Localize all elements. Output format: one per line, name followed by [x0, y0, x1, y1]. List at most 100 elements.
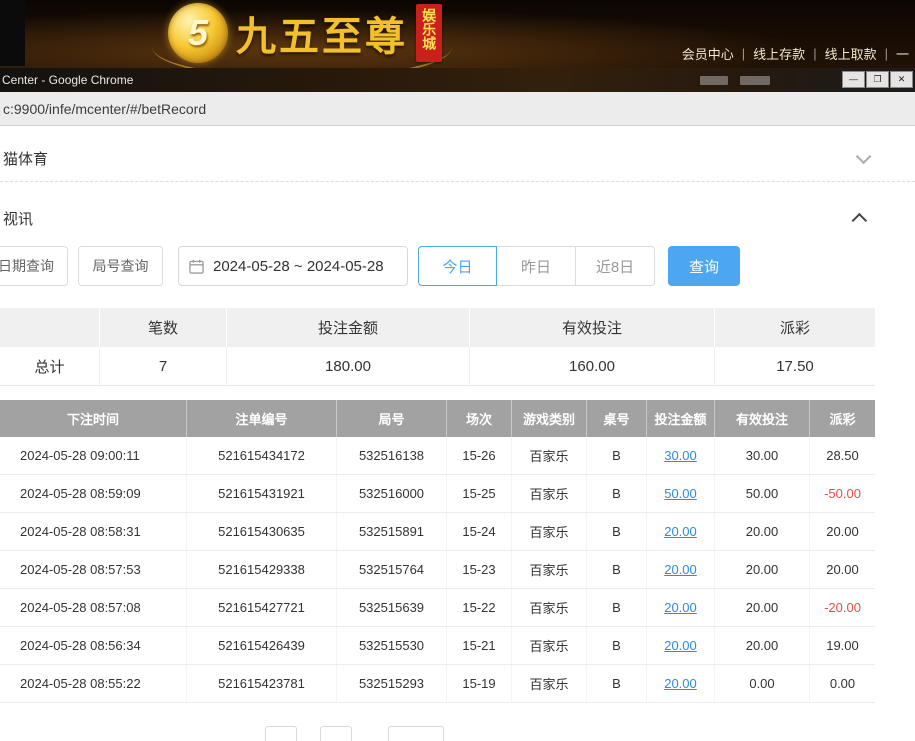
date-range-value: 2024-05-28 ~ 2024-05-28 — [213, 258, 384, 275]
section-sports[interactable]: 猫体育 — [0, 135, 915, 182]
cell-round-no: 532516138 — [337, 437, 447, 474]
cell-table-no: B — [587, 627, 647, 664]
cell-bet-time: 2024-05-28 08:57:53 — [0, 551, 187, 588]
col-header-valid-bet: 有效投注 — [715, 400, 810, 437]
cell-bet-time: 2024-05-28 08:59:09 — [0, 475, 187, 512]
pagination-prev-button[interactable] — [265, 726, 297, 741]
cell-payout: 0.00 — [810, 665, 875, 702]
summary-payout-value: 17.50 — [715, 347, 875, 385]
cell-bet-amount: 50.00 — [647, 475, 715, 512]
section-video-label: 视讯 — [3, 208, 33, 229]
bet-amount-link[interactable]: 30.00 — [664, 448, 697, 463]
cell-session: 15-25 — [447, 475, 512, 512]
nav-online-deposit[interactable]: 线上存款 — [753, 44, 805, 63]
cell-table-no: B — [587, 513, 647, 550]
cell-valid-bet: 20.00 — [715, 551, 810, 588]
maximize-icon: ❐ — [873, 75, 881, 84]
cell-round-no: 532515891 — [337, 513, 447, 550]
cell-round-no: 532515639 — [337, 589, 447, 626]
date-query-button[interactable]: 日期查询 — [0, 246, 68, 286]
cell-valid-bet: 0.00 — [715, 665, 810, 702]
pagination-size-select[interactable] — [388, 726, 444, 741]
bet-amount-link[interactable]: 20.00 — [664, 524, 697, 539]
search-button[interactable]: 查询 — [668, 246, 740, 286]
brand-badge: 娱乐城 — [416, 4, 442, 62]
url-text: c:9900/infe/mcenter/#/betRecord — [3, 101, 206, 117]
cell-bet-time: 2024-05-28 08:55:22 — [0, 665, 187, 702]
cell-round-no: 532515764 — [337, 551, 447, 588]
close-button[interactable]: ✕ — [890, 71, 913, 88]
cell-session: 15-23 — [447, 551, 512, 588]
round-query-button[interactable]: 局号查询 — [78, 246, 163, 286]
bet-table-header: 下注时间 注单编号 局号 场次 游戏类别 桌号 投注金额 有效投注 派彩 — [0, 400, 875, 437]
url-bar[interactable]: c:9900/infe/mcenter/#/betRecord — [0, 92, 915, 126]
summary-table: 笔数 投注金额 有效投注 派彩 总计 7 180.00 160.00 17.50 — [0, 308, 875, 386]
col-header-bet-time: 下注时间 — [0, 400, 187, 437]
browser-title-bar[interactable]: Center - Google Chrome — ❐ ✕ — [0, 68, 915, 92]
nav-more[interactable]: 一 — [896, 44, 909, 63]
cell-bet-time: 2024-05-28 08:58:31 — [0, 513, 187, 550]
recent8-button[interactable]: 近8日 — [576, 246, 655, 286]
cell-payout: 20.00 — [810, 513, 875, 550]
cell-bet-time: 2024-05-28 09:00:11 — [0, 437, 187, 474]
nav-online-withdraw[interactable]: 线上取款 — [825, 44, 877, 63]
summary-header-empty — [0, 308, 100, 347]
cell-payout: 28.50 — [810, 437, 875, 474]
bet-amount-link[interactable]: 20.00 — [664, 562, 697, 577]
minimize-button[interactable]: — — [842, 71, 865, 88]
chevron-down-icon — [856, 148, 872, 164]
nav-separator: | — [885, 46, 888, 61]
bet-record-page: 猫体育 视讯 日期查询 局号查询 2024-05-28 ~ 2024- — [0, 126, 915, 741]
cell-round-no: 532516000 — [337, 475, 447, 512]
cell-bet-time: 2024-05-28 08:57:08 — [0, 589, 187, 626]
coin-icon: 5 — [168, 3, 228, 63]
table-row: 2024-05-28 08:57:53 521615429338 5325157… — [0, 551, 875, 589]
table-row: 2024-05-28 08:58:31 521615430635 5325158… — [0, 513, 875, 551]
cell-game-type: 百家乐 — [512, 551, 587, 588]
bet-amount-link[interactable]: 20.00 — [664, 638, 697, 653]
cell-session: 15-26 — [447, 437, 512, 474]
summary-total-row: 总计 7 180.00 160.00 17.50 — [0, 347, 875, 386]
cell-valid-bet: 20.00 — [715, 589, 810, 626]
col-header-game-type: 游戏类别 — [512, 400, 587, 437]
bet-record-table: 下注时间 注单编号 局号 场次 游戏类别 桌号 投注金额 有效投注 派彩 202… — [0, 400, 875, 703]
cell-payout: -20.00 — [810, 589, 875, 626]
nav-separator: | — [742, 46, 745, 61]
cell-bet-time: 2024-05-28 08:56:34 — [0, 627, 187, 664]
section-sports-label: 猫体育 — [3, 148, 48, 169]
cell-game-type: 百家乐 — [512, 475, 587, 512]
summary-header-count: 笔数 — [100, 308, 227, 347]
pagination-page-button[interactable] — [320, 726, 352, 741]
top-nav: 会员中心| 线上存款| 线上取款| 一 — [682, 44, 909, 63]
summary-header-row: 笔数 投注金额 有效投注 派彩 — [0, 308, 875, 347]
section-video[interactable]: 视讯 — [0, 196, 915, 240]
maximize-button[interactable]: ❐ — [866, 71, 889, 88]
col-header-session: 场次 — [447, 400, 512, 437]
cell-order-no: 521615431921 — [187, 475, 337, 512]
close-icon: ✕ — [898, 75, 906, 84]
cell-bet-amount: 20.00 — [647, 589, 715, 626]
site-logo[interactable]: 5 九五至尊 娱乐城 — [168, 3, 442, 63]
pagination — [0, 726, 915, 741]
col-header-payout: 派彩 — [810, 400, 875, 437]
chevron-up-icon — [852, 212, 868, 228]
nav-member-center[interactable]: 会员中心 — [682, 44, 734, 63]
cell-table-no: B — [587, 551, 647, 588]
summary-total-label: 总计 — [0, 347, 100, 385]
cell-session: 15-24 — [447, 513, 512, 550]
bet-amount-link[interactable]: 20.00 — [664, 600, 697, 615]
bet-amount-link[interactable]: 20.00 — [664, 676, 697, 691]
calendar-icon — [189, 259, 204, 274]
cell-game-type: 百家乐 — [512, 513, 587, 550]
yesterday-button[interactable]: 昨日 — [497, 246, 576, 286]
table-row: 2024-05-28 09:00:11 521615434172 5325161… — [0, 437, 875, 475]
bet-amount-link[interactable]: 50.00 — [664, 486, 697, 501]
table-row: 2024-05-28 08:59:09 521615431921 5325160… — [0, 475, 875, 513]
cell-game-type: 百家乐 — [512, 437, 587, 474]
window-title: Center - Google Chrome — [2, 73, 133, 87]
background-text-blur — [740, 76, 770, 85]
minimize-icon: — — [849, 75, 858, 84]
date-range-input[interactable]: 2024-05-28 ~ 2024-05-28 — [178, 246, 408, 286]
cell-bet-amount: 20.00 — [647, 665, 715, 702]
today-button[interactable]: 今日 — [418, 246, 497, 286]
